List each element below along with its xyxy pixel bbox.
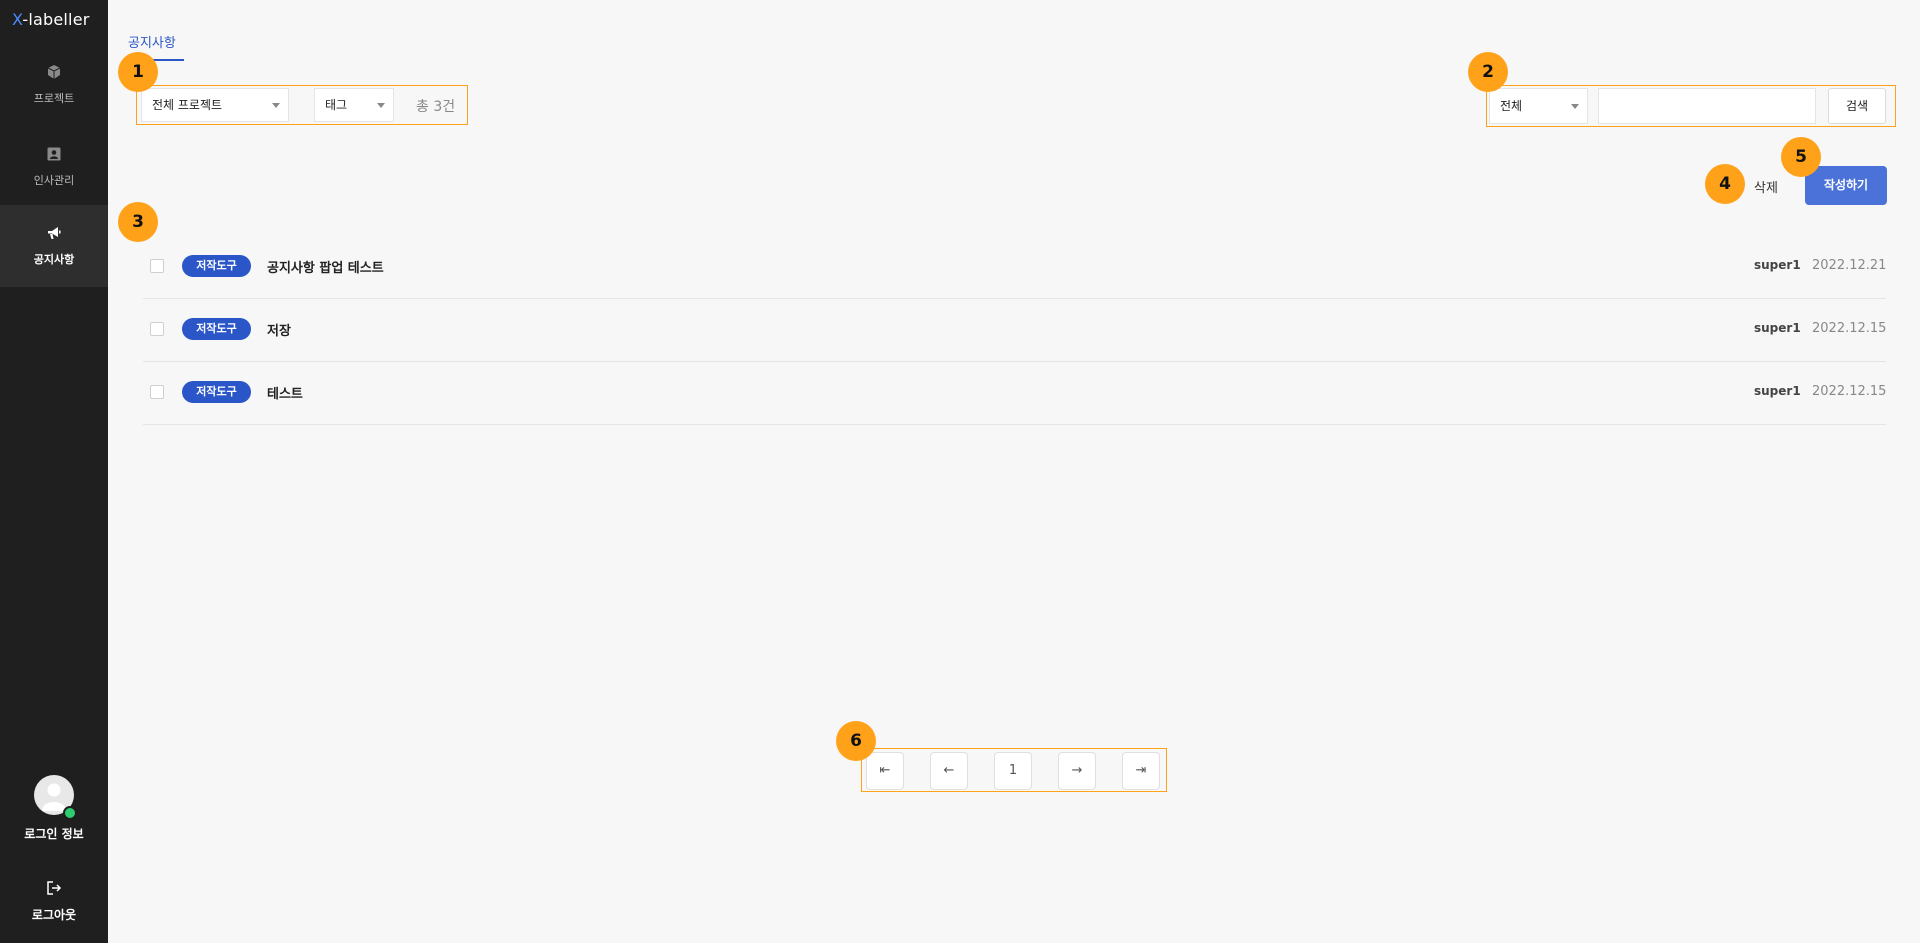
person-card-icon (47, 147, 61, 161)
logout-label: 로그아웃 (31, 908, 77, 922)
notice-title[interactable]: 테스트 (267, 383, 303, 402)
row-checkbox[interactable] (150, 259, 164, 273)
notice-title[interactable]: 저장 (267, 320, 291, 339)
login-info[interactable]: 로그인 정보 (0, 775, 108, 842)
logout-button[interactable]: 로그아웃 (0, 876, 108, 923)
sidebar-item-notices[interactable]: 공지사항 (0, 205, 108, 287)
cube-icon (47, 65, 61, 79)
last-page-button[interactable]: ⇥ (1122, 752, 1160, 790)
sidebar-item-label: 공지사항 (33, 253, 75, 266)
page-number-button[interactable]: 1 (994, 752, 1032, 790)
callout-marker: 6 (836, 721, 876, 761)
total-count: 총 3건 (416, 99, 456, 115)
chevron-down-icon (377, 103, 385, 108)
sidebar-item-label: 인사관리 (33, 174, 75, 187)
callout-marker: 5 (1781, 137, 1821, 177)
tag-select-value: 태그 (325, 98, 348, 112)
write-button[interactable]: 작성하기 (1805, 166, 1887, 205)
sidebar-item-projects[interactable]: 프로젝트 (0, 44, 108, 126)
project-select-value: 전체 프로젝트 (152, 98, 223, 112)
tag-badge: 저작도구 (182, 381, 251, 403)
logout-icon (47, 881, 62, 895)
notice-author: super1 (1754, 258, 1801, 272)
delete-button[interactable]: 삭제 (1754, 177, 1778, 196)
callout-marker: 1 (118, 52, 158, 92)
notice-author: super1 (1754, 384, 1801, 398)
notice-author: super1 (1754, 321, 1801, 335)
notice-date: 2022.12.21 (1812, 258, 1887, 273)
callout-marker: 2 (1468, 52, 1508, 92)
project-select[interactable]: 전체 프로젝트 (141, 88, 289, 122)
table-row[interactable]: 저작도구 테스트 super1 2022.12.15 (143, 361, 1886, 425)
search-scope-select[interactable]: 전체 (1489, 88, 1588, 124)
chevron-down-icon (1571, 104, 1579, 109)
callout-marker: 4 (1705, 164, 1745, 204)
megaphone-icon (48, 227, 61, 239)
chevron-down-icon (272, 103, 280, 108)
tag-badge: 저작도구 (182, 255, 251, 277)
table-row[interactable]: 저작도구 공지사항 팝업 테스트 super1 2022.12.21 (143, 235, 1886, 299)
app-logo[interactable]: X-labeller (12, 10, 90, 29)
notice-title[interactable]: 공지사항 팝업 테스트 (267, 257, 384, 276)
callout-marker: 3 (118, 202, 158, 242)
row-checkbox[interactable] (150, 385, 164, 399)
search-input[interactable] (1598, 88, 1816, 124)
search-scope-value: 전체 (1500, 99, 1523, 113)
notice-date: 2022.12.15 (1812, 384, 1887, 399)
table-row[interactable]: 저작도구 저장 super1 2022.12.15 (143, 298, 1886, 362)
tag-badge: 저작도구 (182, 318, 251, 340)
online-status-dot (63, 806, 77, 820)
sidebar-item-label: 프로젝트 (33, 92, 75, 105)
sidebar-item-hr[interactable]: 인사관리 (0, 126, 108, 208)
notice-date: 2022.12.15 (1812, 321, 1887, 336)
first-page-button[interactable]: ⇤ (866, 752, 904, 790)
sidebar: X-labeller 프로젝트 인사관리 공지사항 로그인 정보 로그아웃 (0, 0, 108, 943)
prev-page-button[interactable]: ← (930, 752, 968, 790)
search-button[interactable]: 검색 (1828, 88, 1886, 124)
login-info-label: 로그인 정보 (24, 827, 84, 841)
tag-select[interactable]: 태그 (314, 88, 394, 122)
row-checkbox[interactable] (150, 322, 164, 336)
next-page-button[interactable]: → (1058, 752, 1096, 790)
